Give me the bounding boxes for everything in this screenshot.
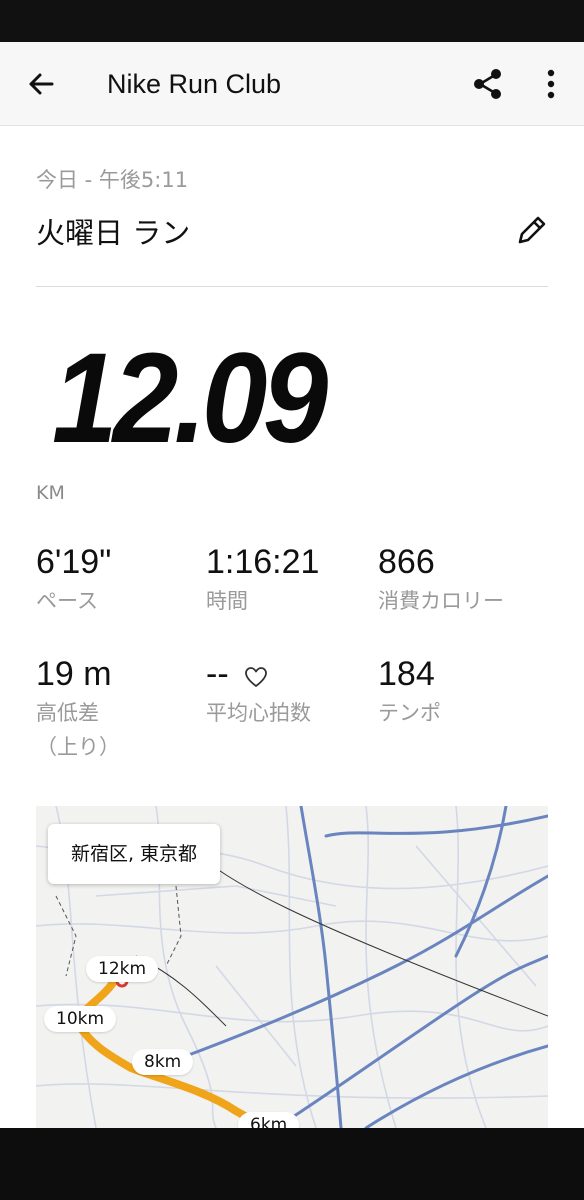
km-marker: 10km — [44, 1006, 117, 1032]
stat-label: ペース — [36, 589, 98, 613]
stat-value: 184 — [378, 655, 435, 693]
edit-title-button[interactable] — [512, 210, 552, 250]
back-button[interactable] — [22, 64, 62, 104]
stat-time: 1:16:21 時間 — [206, 542, 319, 618]
share-icon — [474, 69, 501, 99]
stat-label: 高低差 （上り） — [36, 701, 120, 759]
stat-label: テンポ — [378, 701, 441, 725]
system-nav-bar — [0, 1128, 584, 1200]
stat-value: 19 m — [36, 655, 112, 693]
more-options-button[interactable] — [536, 64, 566, 104]
km-marker: 8km — [132, 1049, 194, 1075]
arrow-left-icon — [29, 73, 54, 95]
stat-label: 消費カロリー — [378, 589, 504, 613]
activity-date: 今日 - 午後5:11 — [36, 168, 189, 192]
activity-title: 火曜日 ラン — [36, 216, 191, 250]
pencil-icon — [518, 216, 546, 244]
stat-value: 1:16:21 — [206, 543, 320, 581]
stat-value: -- — [206, 655, 229, 693]
app-title: Nike Run Club — [107, 69, 282, 99]
stat-label: 時間 — [206, 589, 248, 613]
heart-icon — [244, 667, 267, 687]
more-vert-icon — [547, 69, 555, 99]
distance-value: 12.09 — [52, 327, 328, 470]
km-marker: 12km — [86, 956, 159, 982]
status-bar — [0, 0, 584, 42]
location-label: 新宿区, 東京都 — [48, 824, 220, 884]
app-bar: Nike Run Club — [0, 42, 584, 126]
route-map[interactable]: 新宿区, 東京都 12km 10km 8km 6km — [36, 806, 548, 1128]
stat-label: 平均心拍数 — [206, 701, 311, 725]
stat-cadence: 184 テンポ — [378, 654, 441, 730]
divider — [36, 286, 548, 287]
stat-pace: 6'19" ペース — [36, 542, 111, 618]
stat-heart-rate: -- 平均心拍数 — [206, 654, 311, 730]
share-button[interactable] — [468, 64, 508, 104]
stat-value: 6'19" — [36, 543, 112, 581]
stat-elevation: 19 m 高低差 （上り） — [36, 654, 120, 764]
km-marker: 6km — [238, 1112, 300, 1128]
stat-calories: 866 消費カロリー — [378, 542, 504, 618]
stat-value-row: -- — [206, 654, 311, 694]
distance-unit: KM — [36, 482, 65, 504]
stat-value: 866 — [378, 543, 435, 581]
